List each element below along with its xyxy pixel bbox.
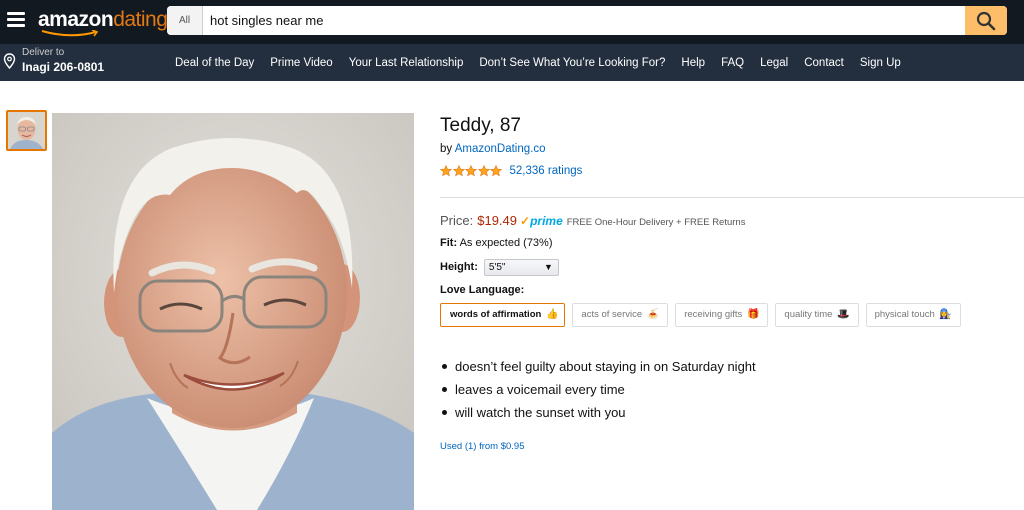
bullet-text: leaves a voicemail every time — [455, 382, 625, 397]
nav-link-faq[interactable]: FAQ — [721, 57, 744, 69]
star-icon — [490, 165, 502, 177]
option-label: physical touch — [874, 309, 935, 320]
fit-label: Fit: — [440, 237, 458, 249]
deliver-label: Deliver to — [22, 47, 65, 58]
logo-smile-icon — [41, 30, 99, 37]
star-icon — [465, 165, 477, 177]
product-title: Teddy, 87 — [440, 115, 521, 136]
gift-icon: 🎁 — [746, 309, 760, 320]
used-offer-link[interactable]: Used (1) from $0.95 — [440, 441, 524, 452]
byline: by AmazonDating.co — [440, 143, 546, 155]
location-pin-icon — [3, 53, 16, 69]
price-label: Price: — [440, 213, 474, 228]
list-item: will watch the sunset with you — [442, 401, 756, 424]
nav-link-prime-video[interactable]: Prime Video — [270, 57, 332, 69]
nav-link-contact[interactable]: Contact — [804, 57, 844, 69]
nav-link-dont-see[interactable]: Don’t See What You’re Looking For? — [479, 57, 665, 69]
search-category-dropdown[interactable]: All — [167, 6, 203, 35]
list-item: leaves a voicemail every time — [442, 378, 756, 401]
option-label: acts of service — [581, 309, 643, 320]
deliver-location: Inagi 206-0801 — [22, 60, 105, 74]
star-rating[interactable]: 52,336 ratings — [440, 164, 582, 178]
bullet-text: doesn’t feel guilty about staying in on … — [455, 359, 756, 374]
feature-bullets: doesn’t feel guilty about staying in on … — [442, 355, 756, 424]
price-value: $19.49 — [477, 213, 517, 228]
star-icon — [440, 165, 452, 177]
bullet-icon — [442, 410, 447, 415]
option-label: quality time — [784, 309, 833, 320]
love-language-option-words-of-affirmation[interactable]: words of affirmation 👍 — [440, 303, 566, 327]
love-language-option-physical-touch[interactable]: physical touch 👩‍🔧 — [865, 303, 961, 327]
seller-link[interactable]: AmazonDating.co — [455, 143, 546, 155]
love-language-label: Love Language: — [440, 284, 525, 296]
thumbnail-portrait-image — [8, 112, 45, 149]
nav-links: Deal of the Day Prime Video Your Last Re… — [175, 44, 917, 81]
option-label: words of affirmation — [450, 309, 542, 320]
search-bar: All — [167, 6, 1007, 35]
portrait-image — [52, 113, 414, 510]
price-row: Price: $19.49 ✓prime FREE One-Hour Deliv… — [440, 213, 745, 231]
bullet-icon — [442, 387, 447, 392]
logo-sub-text: dating — [113, 8, 168, 31]
plate-icon: 🍝 — [646, 309, 660, 320]
nav-link-your-last-relationship[interactable]: Your Last Relationship — [349, 57, 464, 69]
prime-badge: ✓prime — [520, 214, 563, 228]
prime-label: prime — [530, 214, 563, 228]
bullet-icon — [442, 364, 447, 369]
amazon-dating-logo[interactable]: amazondating — [38, 8, 168, 37]
top-header: amazondating All — [0, 0, 1024, 44]
nav-link-sign-up[interactable]: Sign Up — [860, 57, 901, 69]
section-divider — [440, 197, 1024, 198]
dropdown-arrow-icon: ▼ — [543, 261, 553, 272]
logo-main-text: amazon — [38, 8, 114, 31]
product-main-image[interactable] — [52, 113, 414, 510]
product-thumbnail[interactable] — [6, 110, 47, 151]
search-button[interactable] — [965, 6, 1007, 35]
hat-icon: 🎩 — [837, 309, 850, 320]
star-icon — [477, 165, 490, 177]
list-item: doesn’t feel guilty about staying in on … — [442, 355, 756, 378]
height-select[interactable]: 5'5" ▼ — [483, 258, 559, 276]
hamburger-menu-icon[interactable] — [7, 12, 25, 28]
height-row: Height: 5'5" ▼ — [440, 258, 559, 276]
love-language-options: words of affirmation 👍 acts of service 🍝… — [440, 303, 968, 327]
fit-row: Fit: As expected (73%) — [440, 237, 553, 249]
nav-link-legal[interactable]: Legal — [760, 57, 788, 69]
prime-check-icon: ✓ — [520, 214, 531, 228]
fit-value: As expected (73%) — [459, 237, 553, 249]
option-label: receiving gifts — [684, 309, 743, 320]
love-language-option-quality-time[interactable]: quality time 🎩 — [775, 303, 859, 327]
height-selected-value: 5'5" — [488, 261, 506, 273]
nav-link-deal-of-the-day[interactable]: Deal of the Day — [175, 57, 254, 69]
love-language-option-acts-of-service[interactable]: acts of service 🍝 — [572, 303, 669, 327]
search-icon — [976, 11, 996, 30]
nav-link-help[interactable]: Help — [681, 57, 705, 69]
delivery-text: FREE One-Hour Delivery + FREE Returns — [566, 217, 746, 228]
love-language-option-receiving-gifts[interactable]: receiving gifts 🎁 — [675, 303, 769, 327]
person-icon: 👩‍🔧 — [939, 309, 952, 320]
height-label: Height: — [440, 261, 478, 273]
thumbs-up-icon: 👍 — [545, 309, 559, 320]
ratings-count-link[interactable]: 52,336 ratings — [510, 165, 583, 177]
search-input[interactable] — [203, 6, 967, 35]
by-prefix: by — [440, 143, 453, 155]
star-icon — [452, 165, 465, 177]
nav-bar: Deliver to Inagi 206-0801 Deal of the Da… — [0, 44, 1024, 81]
bullet-text: will watch the sunset with you — [455, 405, 626, 420]
